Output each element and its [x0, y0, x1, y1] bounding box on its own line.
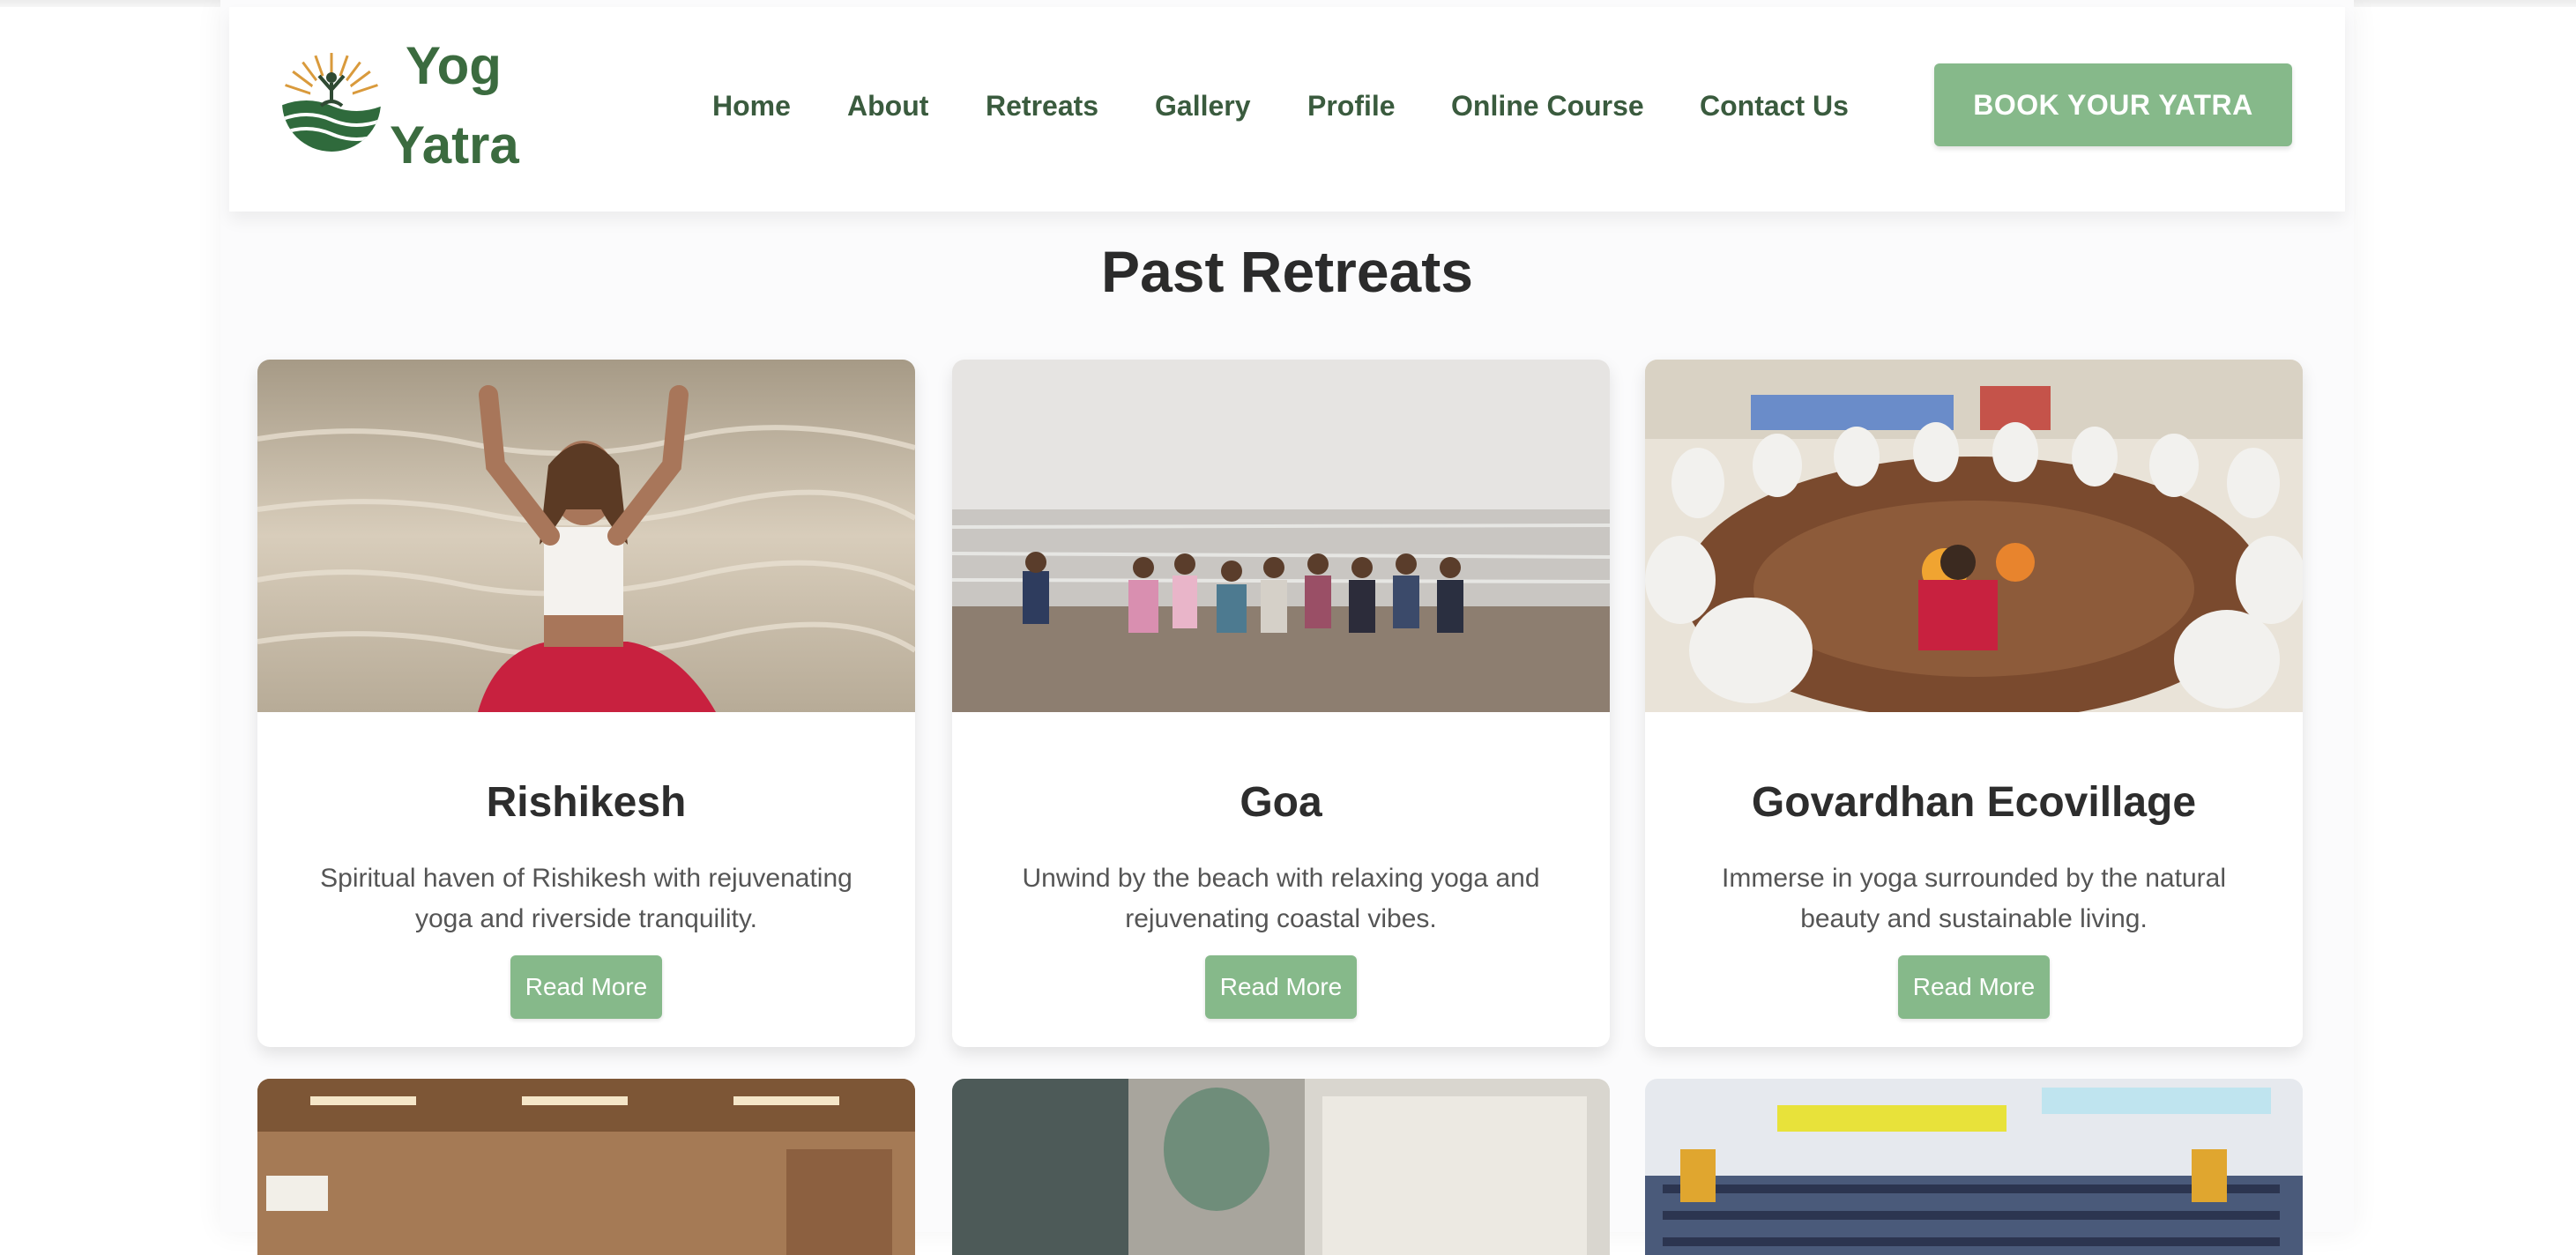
read-more-button[interactable]: Read More [510, 955, 662, 1019]
nav-online-course[interactable]: Online Course [1451, 90, 1644, 123]
read-more-button[interactable]: Read More [1898, 955, 2050, 1019]
retreat-card-govardhan-ecovillage: Govardhan Ecovillage Immerse in yoga sur… [1645, 360, 2303, 1047]
book-your-yatra-button[interactable]: BOOK YOUR YATRA [1934, 63, 2292, 146]
nav-retreats[interactable]: Retreats [986, 90, 1098, 123]
retreat-card-partial-2 [952, 1079, 1610, 1255]
logo-text-yatra[interactable]: Yatra [390, 115, 519, 175]
retreat-title: Goa [1240, 779, 1322, 826]
retreat-card-partial-3 [1645, 1079, 2303, 1255]
nav-contact-us[interactable]: Contact Us [1700, 90, 1849, 123]
site-header: Yog Yatra Home About Retreats Gallery Pr… [229, 7, 2345, 212]
retreat-description: Unwind by the beach with relaxing yoga a… [1022, 864, 1540, 933]
read-more-button[interactable]: Read More [1205, 955, 1357, 1019]
retreat-title: Govardhan Ecovillage [1751, 779, 2197, 826]
nav-about[interactable]: About [847, 90, 928, 123]
retreat-image-rishikesh [257, 360, 915, 712]
retreat-card-rishikesh: Rishikesh Spiritual haven of Rishikesh w… [257, 360, 915, 1047]
nav-home[interactable]: Home [712, 90, 791, 123]
retreat-image-studio [952, 1079, 1610, 1255]
logo-icon[interactable] [280, 51, 383, 153]
retreat-image-goa [952, 360, 1610, 712]
retreat-title: Rishikesh [486, 779, 687, 826]
retreat-image-govardhan [1645, 360, 2303, 712]
nav-profile[interactable]: Profile [1307, 90, 1396, 123]
retreat-card-partial-1 [257, 1079, 915, 1255]
retreat-image-auditorium [1645, 1079, 2303, 1255]
section-title: Past Retreats [1101, 239, 1473, 304]
retreat-image-hall [257, 1079, 915, 1255]
nav-gallery[interactable]: Gallery [1155, 90, 1251, 123]
retreat-description: Immerse in yoga surrounded by the natura… [1722, 864, 2226, 933]
logo-text-yog[interactable]: Yog [406, 35, 502, 96]
retreat-card-goa: Goa Unwind by the beach with relaxing yo… [952, 360, 1610, 1047]
retreat-description: Spiritual haven of Rishikesh with rejuve… [320, 864, 852, 933]
